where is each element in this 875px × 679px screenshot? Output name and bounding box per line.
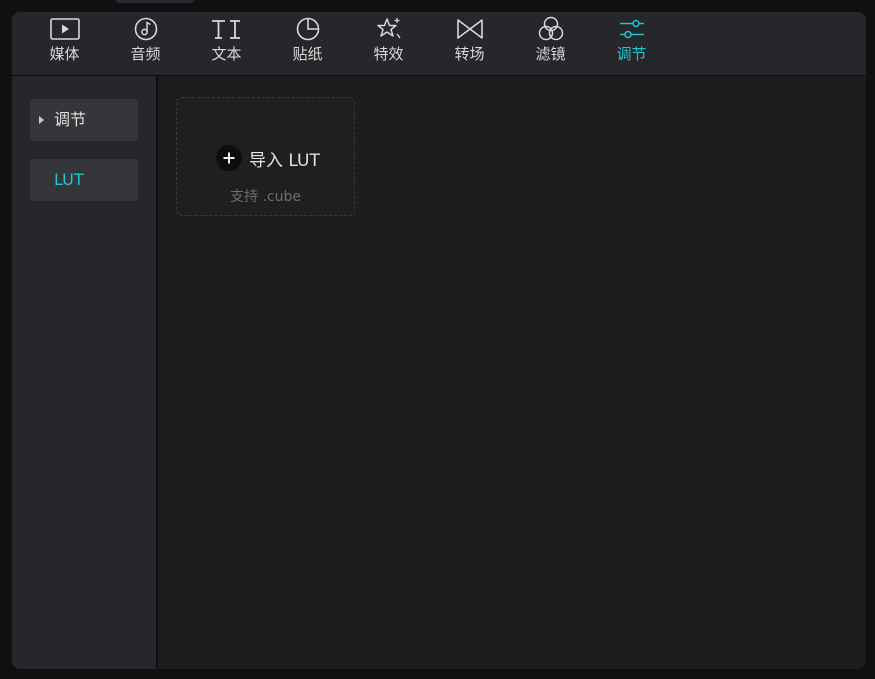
effects-panel: 媒体 音频 文本 贴纸 特效 转场 滤镜 调节 调节 LUT 导入 LUT 支持…: [12, 12, 866, 669]
import-lut-card[interactable]: 导入 LUT 支持 .cube: [176, 97, 355, 216]
category-toolbar: 媒体 音频 文本 贴纸 特效 转场 滤镜 调节: [12, 12, 866, 76]
tab-transition[interactable]: 转场: [429, 12, 510, 75]
import-format-hint: 支持 .cube: [230, 189, 301, 205]
sliders-icon: [618, 18, 646, 40]
sidebar-item-adjust[interactable]: 调节: [30, 99, 138, 141]
media-play-icon: [49, 18, 80, 40]
content-area: 导入 LUT 支持 .cube: [158, 76, 866, 669]
tab-media-label: 媒体: [49, 45, 80, 63]
transition-bowtie-icon: [456, 18, 484, 40]
sidebar: 调节 LUT: [12, 76, 158, 669]
tab-audio-label: 音频: [130, 45, 161, 63]
tab-text-label: 文本: [211, 45, 242, 63]
tab-sticker-label: 贴纸: [292, 45, 323, 63]
caret-right-icon: [39, 116, 44, 124]
tab-text[interactable]: 文本: [186, 12, 267, 75]
sidebar-item-label: 调节: [54, 110, 87, 129]
tab-effects[interactable]: 特效: [348, 12, 429, 75]
sparkle-star-icon: [376, 18, 402, 40]
filter-circles-icon: [537, 16, 565, 41]
tab-media[interactable]: 媒体: [24, 12, 105, 75]
music-note-icon: [134, 17, 158, 41]
plus-circle-icon: [216, 145, 242, 171]
tab-filter[interactable]: 滤镜: [510, 12, 591, 75]
sticker-icon: [296, 17, 320, 41]
tab-transition-label: 转场: [454, 45, 485, 63]
tab-effects-label: 特效: [373, 45, 404, 63]
sidebar-item-label: LUT: [54, 170, 84, 189]
tab-audio[interactable]: 音频: [105, 12, 186, 75]
window-top-tab: [116, 0, 194, 3]
tab-adjust[interactable]: 调节: [591, 12, 672, 75]
tab-filter-label: 滤镜: [535, 45, 566, 63]
import-lut-button[interactable]: 导入 LUT: [216, 145, 320, 171]
text-ti-icon: [210, 18, 244, 40]
tab-adjust-label: 调节: [616, 45, 647, 63]
sidebar-item-lut[interactable]: LUT: [30, 159, 138, 201]
import-lut-label: 导入 LUT: [249, 150, 320, 171]
tab-sticker[interactable]: 贴纸: [267, 12, 348, 75]
